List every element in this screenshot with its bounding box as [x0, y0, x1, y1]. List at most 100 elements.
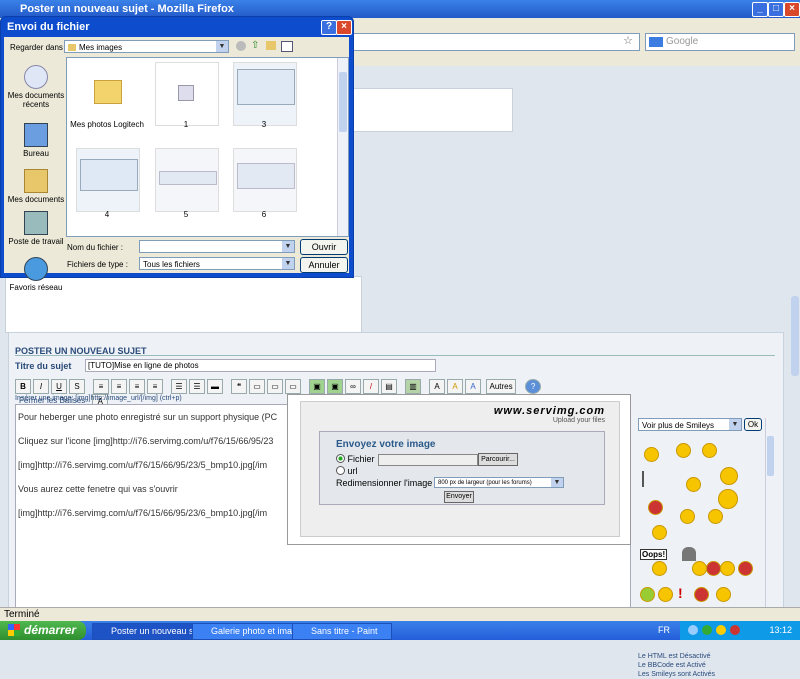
- search-input[interactable]: Google: [645, 33, 795, 51]
- file-item[interactable]: [233, 148, 297, 212]
- filename-input[interactable]: ▼: [139, 240, 295, 253]
- up-folder-icon[interactable]: ⇧: [251, 40, 259, 51]
- places-item[interactable]: Mes documents récents: [7, 65, 65, 109]
- smiley-icon[interactable]: [644, 447, 659, 462]
- task-paint[interactable]: Sans titre - Paint: [292, 623, 392, 640]
- page-scroll-thumb[interactable]: [791, 296, 799, 376]
- resize-select[interactable]: 800 px de largeur (pour les forums) ▼: [434, 477, 564, 488]
- smileys-ok-button[interactable]: Ok: [744, 418, 762, 431]
- file-list-scroll-thumb[interactable]: [339, 72, 347, 132]
- file-item[interactable]: [155, 148, 219, 212]
- smiley-icon[interactable]: [720, 467, 738, 485]
- smileys-scroll-thumb[interactable]: [767, 436, 774, 476]
- smiley-icon[interactable]: [642, 471, 644, 487]
- language-indicator[interactable]: FR: [658, 621, 670, 640]
- list-button[interactable]: ☰: [171, 379, 187, 394]
- link-button[interactable]: ∞: [345, 379, 361, 394]
- oops-smiley-icon[interactable]: Oops!: [640, 549, 668, 560]
- tombstone-smiley-icon[interactable]: [682, 547, 696, 561]
- close-icon[interactable]: ×: [336, 20, 352, 35]
- table-button[interactable]: ▥: [405, 379, 421, 394]
- code-button[interactable]: ▭: [249, 379, 265, 394]
- smiley-icon[interactable]: [716, 587, 731, 602]
- font-face-button[interactable]: A: [447, 379, 463, 394]
- file-list-scrollbar[interactable]: [337, 58, 348, 236]
- smiley-icon[interactable]: [648, 500, 663, 515]
- smileys-scrollbar[interactable]: [765, 418, 776, 616]
- smiley-icon[interactable]: [686, 477, 701, 492]
- back-icon[interactable]: [236, 41, 246, 51]
- video-button[interactable]: ▤: [381, 379, 397, 394]
- smiley-icon[interactable]: [738, 561, 753, 576]
- places-item[interactable]: Mes documents: [7, 169, 65, 204]
- places-item[interactable]: Bureau: [7, 123, 65, 158]
- bookmark-star-icon[interactable]: ☆: [623, 34, 633, 47]
- cancel-button[interactable]: Annuler: [300, 257, 348, 273]
- smiley-icon[interactable]: [640, 587, 655, 602]
- open-button[interactable]: Ouvrir: [300, 239, 348, 255]
- new-folder-icon[interactable]: [266, 41, 276, 50]
- file-item[interactable]: [76, 148, 140, 212]
- places-item[interactable]: Poste de travail: [7, 211, 65, 246]
- url-bar[interactable]: ☆: [340, 33, 640, 51]
- smiley-icon[interactable]: [676, 443, 691, 458]
- smiley-icon[interactable]: [652, 525, 667, 540]
- quote-button[interactable]: ❝: [231, 379, 247, 394]
- align-center-button[interactable]: ≡: [111, 379, 127, 394]
- start-button[interactable]: démarrer: [0, 621, 86, 640]
- smiley-icon[interactable]: [718, 489, 738, 509]
- task-gallery[interactable]: Galerie photo et imag...: [192, 623, 306, 640]
- spoiler-button[interactable]: ▭: [267, 379, 283, 394]
- bold-button[interactable]: B: [15, 379, 31, 394]
- smiley-icon[interactable]: [720, 561, 735, 576]
- file-path-input[interactable]: [378, 454, 478, 466]
- browse-button[interactable]: Parcourir...: [478, 453, 518, 466]
- hide-button[interactable]: ▭: [285, 379, 301, 394]
- underline-button[interactable]: U: [51, 379, 67, 394]
- smileys-select[interactable]: Voir plus de Smileys ▼: [638, 418, 742, 431]
- send-button[interactable]: Envoyer: [444, 491, 474, 503]
- radio-url[interactable]: [336, 466, 345, 475]
- autres-button[interactable]: Autres: [486, 379, 517, 394]
- smiley-icon[interactable]: [658, 587, 673, 602]
- tray-icon[interactable]: [716, 625, 726, 635]
- smiley-icon[interactable]: [652, 561, 667, 576]
- smiley-icon[interactable]: [680, 509, 695, 524]
- file-item[interactable]: [76, 62, 138, 124]
- smiley-icon[interactable]: [702, 443, 717, 458]
- file-item[interactable]: [155, 62, 219, 126]
- task-firefox[interactable]: Poster un nouveau s...: [92, 623, 206, 640]
- radio-file[interactable]: [336, 454, 345, 463]
- close-icon[interactable]: ×: [784, 2, 800, 17]
- exclamation-smiley-icon[interactable]: !: [678, 585, 683, 601]
- smiley-icon[interactable]: [692, 561, 707, 576]
- places-item[interactable]: Favoris réseau: [7, 257, 65, 292]
- smiley-icon[interactable]: [706, 561, 721, 576]
- filetype-select[interactable]: Tous les fichiers ▼: [139, 257, 295, 270]
- align-left-button[interactable]: ≡: [93, 379, 109, 394]
- host-image-button[interactable]: ▣: [327, 379, 343, 394]
- italic-button[interactable]: I: [33, 379, 49, 394]
- ordered-list-button[interactable]: ☰: [189, 379, 205, 394]
- tray-icon[interactable]: [688, 625, 698, 635]
- justify-button[interactable]: ≡: [147, 379, 163, 394]
- flash-button[interactable]: /: [363, 379, 379, 394]
- help-icon[interactable]: ?: [321, 20, 337, 35]
- view-menu-icon[interactable]: [281, 41, 293, 52]
- tray-icon[interactable]: [730, 625, 740, 635]
- minimize-icon[interactable]: _: [752, 2, 768, 17]
- subject-input[interactable]: [TUTO]Mise en ligne de photos: [85, 359, 436, 372]
- font-color-button[interactable]: A: [429, 379, 445, 394]
- file-item[interactable]: [233, 62, 297, 126]
- font-size-button[interactable]: A: [465, 379, 481, 394]
- strike-button[interactable]: S: [69, 379, 85, 394]
- file-option[interactable]: Fichier: [336, 454, 375, 464]
- hr-button[interactable]: ▬: [207, 379, 223, 394]
- smiley-icon[interactable]: [708, 509, 723, 524]
- tray-icon[interactable]: [702, 625, 712, 635]
- help-icon[interactable]: ?: [525, 379, 542, 394]
- maximize-icon[interactable]: □: [768, 2, 784, 17]
- smiley-icon[interactable]: [694, 587, 709, 602]
- image-button[interactable]: ▣: [309, 379, 325, 394]
- url-option[interactable]: url: [336, 466, 358, 476]
